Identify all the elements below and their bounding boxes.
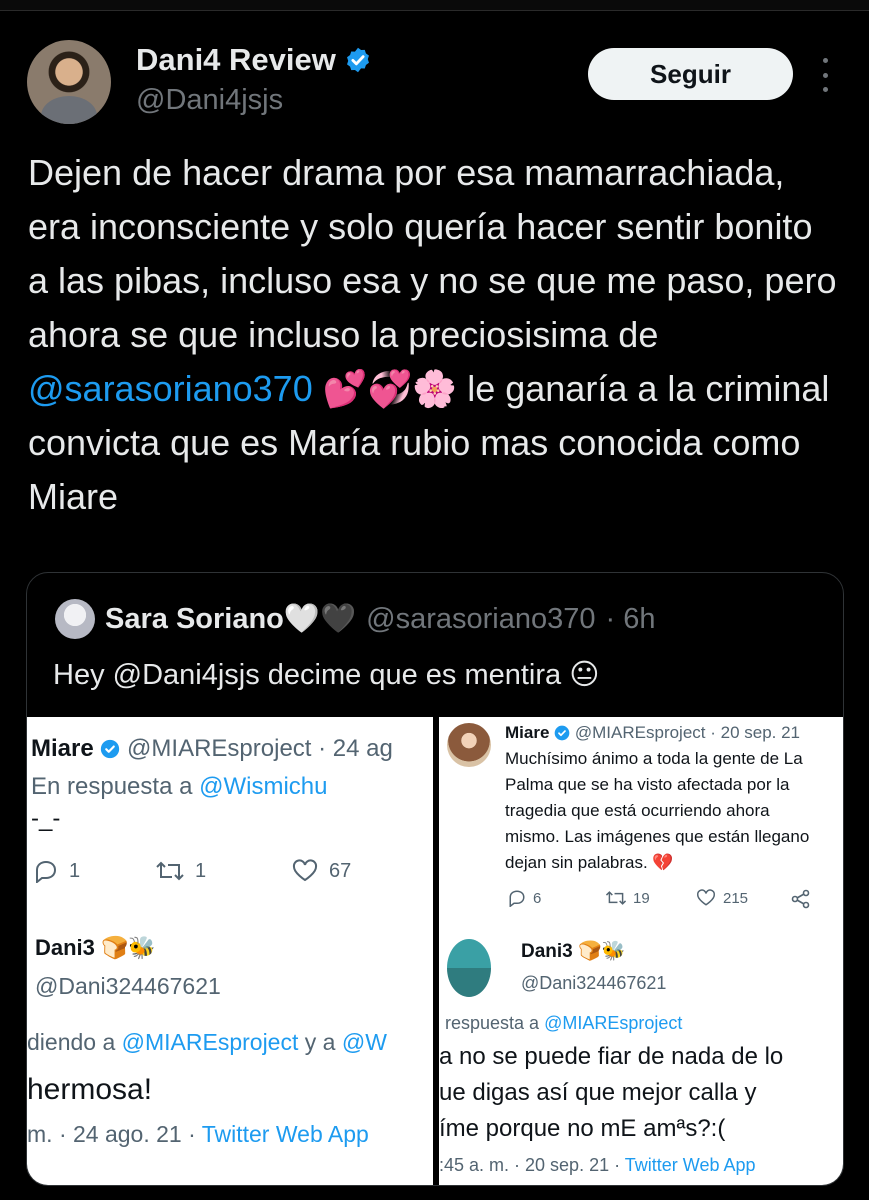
right-retweet-stat: 19 [605, 889, 650, 907]
tweet-text-part1: Dejen de hacer drama por esa mamarrachia… [28, 152, 837, 355]
right-footer-prefix: :45 a. m. · 20 sep. 21 · [439, 1155, 625, 1175]
screenshot-right[interactable]: Miare @MIAREsproject · 20 sep. 21 Muchís… [439, 717, 843, 1185]
tweet-text: Dejen de hacer drama por esa mamarrachia… [28, 146, 838, 524]
left-retweets-count: 1 [195, 859, 207, 882]
quoted-time: · 6h [605, 602, 656, 635]
reply-icon [36, 860, 57, 883]
left-tweet1-text: -_- [31, 805, 61, 832]
right-tweet1-header: Miare @MIAREsproject · 20 sep. 21 [505, 723, 800, 743]
left-likes-count: 67 [329, 859, 352, 882]
left-tweet1-handle-time: @MIAREsproject · 24 ag [127, 735, 393, 762]
left-tweet1-name: Miare [31, 735, 94, 762]
author-name[interactable]: Dani4 Review [136, 42, 372, 78]
left-like-stat: 67 [291, 859, 351, 883]
left-footer: m. · 24 ago. 21 · Twitter Web App [27, 1121, 369, 1148]
right-tweet2-line3: íme porque no mE amªs?:( [439, 1115, 726, 1142]
right-reply-stat: 6 [507, 889, 541, 907]
right-tweet2-name: Dani3 🍞🐝 [521, 941, 626, 962]
quoted-avatar[interactable] [55, 599, 95, 639]
quoted-header: Sara Soriano🤍🖤 @sarasoriano370 · 6h [55, 599, 655, 639]
retweet-icon [156, 861, 184, 881]
right-tweet1-handle-time: @MIAREsproject · 20 sep. 21 [574, 723, 801, 742]
left-reply2-mid: y a [298, 1029, 342, 1055]
right-tweet2-handle: @Dani324467621 [521, 973, 667, 993]
right-tweet1-line1: Muchísimo ánimo a toda la gente de La [505, 749, 803, 768]
left-reply-mention: @Wismichu [199, 773, 328, 800]
quoted-text: Hey @Dani4jsjs decime que es mentira 😐 [53, 659, 600, 691]
left-replies-count: 1 [69, 859, 81, 882]
right-reply-mention: @MIAREsproject [544, 1013, 683, 1033]
right-tweet2-avatar [447, 939, 491, 997]
left-reply-line: En respuesta a @Wismichu [31, 773, 327, 801]
left-tweet2-text: hermosa! [27, 1073, 153, 1106]
quoted-name[interactable]: Sara Soriano🤍🖤 [105, 602, 356, 636]
left-footer-app: Twitter Web App [201, 1121, 369, 1147]
right-tweet1-line2: Palma que se ha visto afectada por la [505, 775, 790, 794]
retweet-icon [605, 891, 627, 905]
verified-badge-icon [554, 725, 570, 741]
left-reply-prefix: En respuesta a [31, 773, 200, 800]
heart-icon [696, 889, 716, 906]
left-reply2-mention: @MIAREsproject [121, 1029, 299, 1055]
quoted-handle[interactable]: @sarasoriano370 [366, 603, 595, 636]
verified-badge-icon [101, 739, 120, 759]
right-tweet1-line4: mismo. Las imágenes que están llegano [505, 827, 810, 846]
heart-icon [292, 859, 318, 882]
left-tweet1-header: Miare @MIAREsproject · 24 ag [31, 735, 393, 763]
right-reply-line: respuesta a @MIAREsproject [445, 1013, 682, 1034]
left-reply2-line: diendo a @MIAREsproject y a @W [27, 1029, 387, 1056]
share-icon [791, 889, 810, 909]
mention-link[interactable]: @sarasoriano370 [28, 368, 313, 409]
left-footer-prefix: m. · 24 ago. 21 · [27, 1121, 202, 1147]
left-retweet-stat: 1 [155, 859, 206, 883]
more-options-icon[interactable] [815, 58, 835, 92]
right-tweet1-avatar [447, 723, 491, 767]
verified-badge-icon [346, 47, 369, 73]
right-replies-count: 6 [533, 889, 542, 907]
author-name-text: Dani4 Review [136, 42, 336, 77]
right-tweet1-line5: dejan sin palabras. 💔 [505, 853, 674, 872]
right-tweet1-name: Miare [505, 723, 550, 742]
left-reply2-prefix: diendo a [27, 1029, 122, 1055]
left-tweet2-handle: @Dani324467621 [35, 973, 221, 999]
left-reply-stat: 1 [33, 859, 80, 883]
right-tweet1-line3: tragedia que está ocurriendo ahora [505, 801, 770, 820]
right-retweets-count: 19 [633, 889, 650, 907]
right-tweet2-line1: a no se puede fiar de nada de lo [439, 1043, 784, 1070]
reply-icon [509, 890, 525, 907]
left-reply2-mention2: @W [341, 1029, 387, 1055]
author-avatar[interactable] [27, 40, 111, 124]
right-footer: :45 a. m. · 20 sep. 21 · Twitter Web App [439, 1155, 756, 1176]
quoted-tweet[interactable]: Sara Soriano🤍🖤 @sarasoriano370 · 6h Hey … [26, 572, 844, 1186]
author-handle[interactable]: @Dani4jsjs [136, 84, 283, 117]
left-tweet2-name: Dani3 🍞🐝 [35, 935, 156, 960]
tweet-emojis: 💕💞🌸 [322, 368, 458, 409]
right-reply-prefix: respuesta a [445, 1013, 545, 1033]
right-footer-app: Twitter Web App [624, 1155, 756, 1175]
follow-button[interactable]: Seguir [588, 48, 793, 100]
top-border [0, 0, 869, 11]
right-like-stat: 215 [695, 889, 748, 907]
right-likes-count: 215 [723, 889, 749, 907]
right-tweet2-line2: ue digas así que mejor calla y [439, 1079, 757, 1106]
screenshot-left[interactable]: Miare @MIAREsproject · 24 ag En respuest… [27, 717, 433, 1185]
